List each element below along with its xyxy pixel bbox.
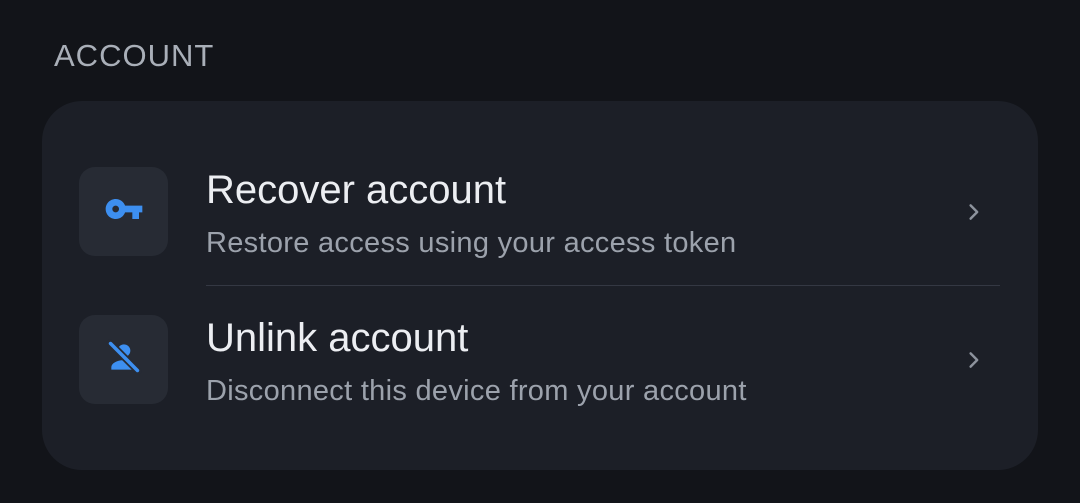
recover-account-subtitle: Restore access using your access token [206, 227, 737, 259]
key-icon [104, 189, 144, 234]
recover-account-title: Recover account [206, 168, 507, 212]
chevron-right-icon [960, 198, 988, 226]
person-off-icon [105, 338, 143, 381]
unlink-account-subtitle: Disconnect this device from your account [206, 375, 747, 407]
unlink-account-icon-tile [79, 315, 168, 404]
account-settings-card: Recover account Restore access using you… [42, 101, 1038, 470]
chevron-right-icon [960, 346, 988, 374]
unlink-account-title: Unlink account [206, 316, 469, 360]
recover-account-item[interactable]: Recover account Restore access using you… [42, 138, 1038, 286]
recover-account-icon-tile [79, 167, 168, 256]
section-header-account: ACCOUNT [54, 38, 215, 73]
unlink-account-item[interactable]: Unlink account Disconnect this device fr… [42, 286, 1038, 434]
